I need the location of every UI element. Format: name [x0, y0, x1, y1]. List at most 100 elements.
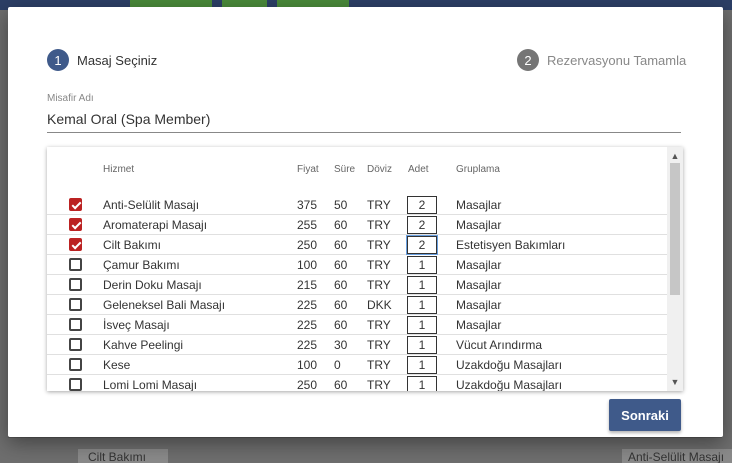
- price: 225: [297, 338, 318, 352]
- table-row[interactable]: Aromaterapi Masajı 255 60 TRY Masajlar 2: [47, 215, 667, 235]
- step-label: Masaj Seçiniz: [77, 52, 158, 68]
- service-name: Kahve Peelingi: [103, 338, 184, 352]
- currency: TRY: [367, 358, 391, 372]
- duration: 60: [334, 258, 348, 272]
- row-checkbox[interactable]: [69, 258, 82, 271]
- service-name: Çamur Bakımı: [103, 258, 180, 272]
- group-name: Masajlar: [456, 218, 502, 232]
- table-row[interactable]: Cilt Bakımı 250 60 TRY Estetisyen Bakımları 2: [47, 235, 667, 255]
- quantity-input[interactable]: 2: [407, 216, 437, 234]
- row-checkbox[interactable]: [69, 238, 82, 251]
- column-header-quantity: Adet: [408, 164, 429, 175]
- scrollbar-thumb[interactable]: [670, 163, 680, 295]
- guest-name-field[interactable]: Misafir Adı Kemal Oral (Spa Member): [47, 93, 681, 133]
- background-right-edge: [722, 10, 732, 463]
- currency: TRY: [367, 238, 391, 252]
- reservation-dialog: 1 Masaj Seçiniz 2 Rezervasyonu Tamamla M…: [8, 7, 723, 437]
- table-row[interactable]: Kahve Peelingi 225 30 TRY Vücut Arındırma 1: [47, 335, 667, 355]
- row-checkbox[interactable]: [69, 198, 82, 211]
- price: 225: [297, 298, 318, 312]
- service-name: Derin Doku Masajı: [103, 278, 202, 292]
- services-table-body: Hizmet Fiyat Süre Döviz Adet Gruplama An…: [47, 147, 667, 391]
- price: 225: [297, 318, 318, 332]
- duration: 0: [334, 358, 341, 372]
- service-name: Cilt Bakımı: [103, 238, 162, 252]
- step-complete-reservation[interactable]: 2 Rezervasyonu Tamamla: [517, 49, 686, 71]
- table-row[interactable]: Çamur Bakımı 100 60 TRY Masajlar 1: [47, 255, 667, 275]
- group-name: Masajlar: [456, 318, 502, 332]
- step-number-badge: 1: [47, 49, 69, 71]
- table-row[interactable]: İsveç Masajı 225 60 TRY Masajlar 1: [47, 315, 667, 335]
- currency: TRY: [367, 318, 391, 332]
- background-left-edge: [0, 10, 8, 463]
- step-number-badge: 2: [517, 49, 539, 71]
- group-name: Uzakdoğu Masajları: [456, 358, 563, 372]
- price: 100: [297, 358, 318, 372]
- row-checkbox[interactable]: [69, 358, 82, 371]
- row-checkbox[interactable]: [69, 338, 82, 351]
- group-name: Masajlar: [456, 258, 502, 272]
- currency: DKK: [367, 298, 392, 312]
- group-name: Masajlar: [456, 278, 502, 292]
- service-name: Lomi Lomi Masajı: [103, 378, 198, 391]
- column-header-service: Hizmet: [103, 164, 135, 175]
- duration: 60: [334, 298, 348, 312]
- row-checkbox[interactable]: [69, 298, 82, 311]
- step-label: Rezervasyonu Tamamla: [547, 52, 687, 68]
- table-row[interactable]: Lomi Lomi Masajı 250 60 TRY Uzakdoğu Masajla…: [47, 375, 667, 391]
- service-name: Anti-Selülit Masajı: [103, 198, 200, 212]
- services-table: Hizmet Fiyat Süre Döviz Adet Gruplama An…: [47, 147, 683, 391]
- duration: 60: [334, 238, 348, 252]
- row-checkbox[interactable]: [69, 378, 82, 391]
- table-row[interactable]: Geleneksel Bali Masajı 225 60 DKK Masajlar 1: [47, 295, 667, 315]
- duration: 60: [334, 378, 348, 391]
- quantity-input[interactable]: 1: [407, 316, 437, 334]
- guest-name-label: Misafir Adı: [47, 93, 94, 104]
- group-name: Masajlar: [456, 198, 502, 212]
- currency: TRY: [367, 278, 391, 292]
- quantity-input[interactable]: 2: [406, 235, 438, 255]
- background-cell: Anti-Selülit Masajı: [622, 449, 732, 463]
- currency: TRY: [367, 218, 391, 232]
- next-button[interactable]: Sonraki: [609, 399, 681, 431]
- service-name: İsveç Masajı: [103, 318, 170, 332]
- quantity-input[interactable]: 1: [407, 336, 437, 354]
- column-header-currency: Döviz: [367, 164, 393, 175]
- quantity-input[interactable]: 1: [407, 276, 437, 294]
- quantity-input[interactable]: 1: [407, 256, 437, 274]
- service-name: Geleneksel Bali Masajı: [103, 298, 226, 312]
- duration: 60: [334, 218, 348, 232]
- duration: 60: [334, 318, 348, 332]
- currency: TRY: [367, 338, 391, 352]
- price: 250: [297, 378, 318, 391]
- table-scrollbar[interactable]: ▲ ▼: [667, 147, 683, 391]
- quantity-input[interactable]: 1: [407, 296, 437, 314]
- quantity-input[interactable]: 1: [407, 356, 437, 374]
- column-header-price: Fiyat: [297, 164, 319, 175]
- row-checkbox[interactable]: [69, 218, 82, 231]
- table-row[interactable]: Anti-Selülit Masajı 375 50 TRY Masajlar 2: [47, 195, 667, 215]
- group-name: Uzakdoğu Masajları: [456, 378, 563, 391]
- group-name: Vücut Arındırma: [456, 338, 543, 352]
- price: 255: [297, 218, 318, 232]
- chevron-down-icon[interactable]: ▼: [667, 375, 683, 389]
- background-cell: Cilt Bakımı: [78, 449, 168, 463]
- quantity-input[interactable]: 1: [407, 376, 437, 391]
- currency: TRY: [367, 378, 391, 391]
- currency: TRY: [367, 198, 391, 212]
- price: 215: [297, 278, 318, 292]
- column-header-group: Gruplama: [456, 164, 500, 175]
- duration: 50: [334, 198, 348, 212]
- table-row[interactable]: Derin Doku Masajı 215 60 TRY Masajlar 1: [47, 275, 667, 295]
- chevron-up-icon[interactable]: ▲: [667, 149, 683, 163]
- price: 250: [297, 238, 318, 252]
- quantity-input[interactable]: 2: [407, 196, 437, 214]
- row-checkbox[interactable]: [69, 278, 82, 291]
- table-row[interactable]: Kese 100 0 TRY Uzakdoğu Masajları 1: [47, 355, 667, 375]
- service-name: Kese: [103, 358, 131, 372]
- group-name: Masajlar: [456, 298, 502, 312]
- price: 100: [297, 258, 318, 272]
- row-checkbox[interactable]: [69, 318, 82, 331]
- step-select-massage[interactable]: 1 Masaj Seçiniz: [47, 49, 157, 71]
- guest-name-value[interactable]: Kemal Oral (Spa Member): [47, 111, 210, 127]
